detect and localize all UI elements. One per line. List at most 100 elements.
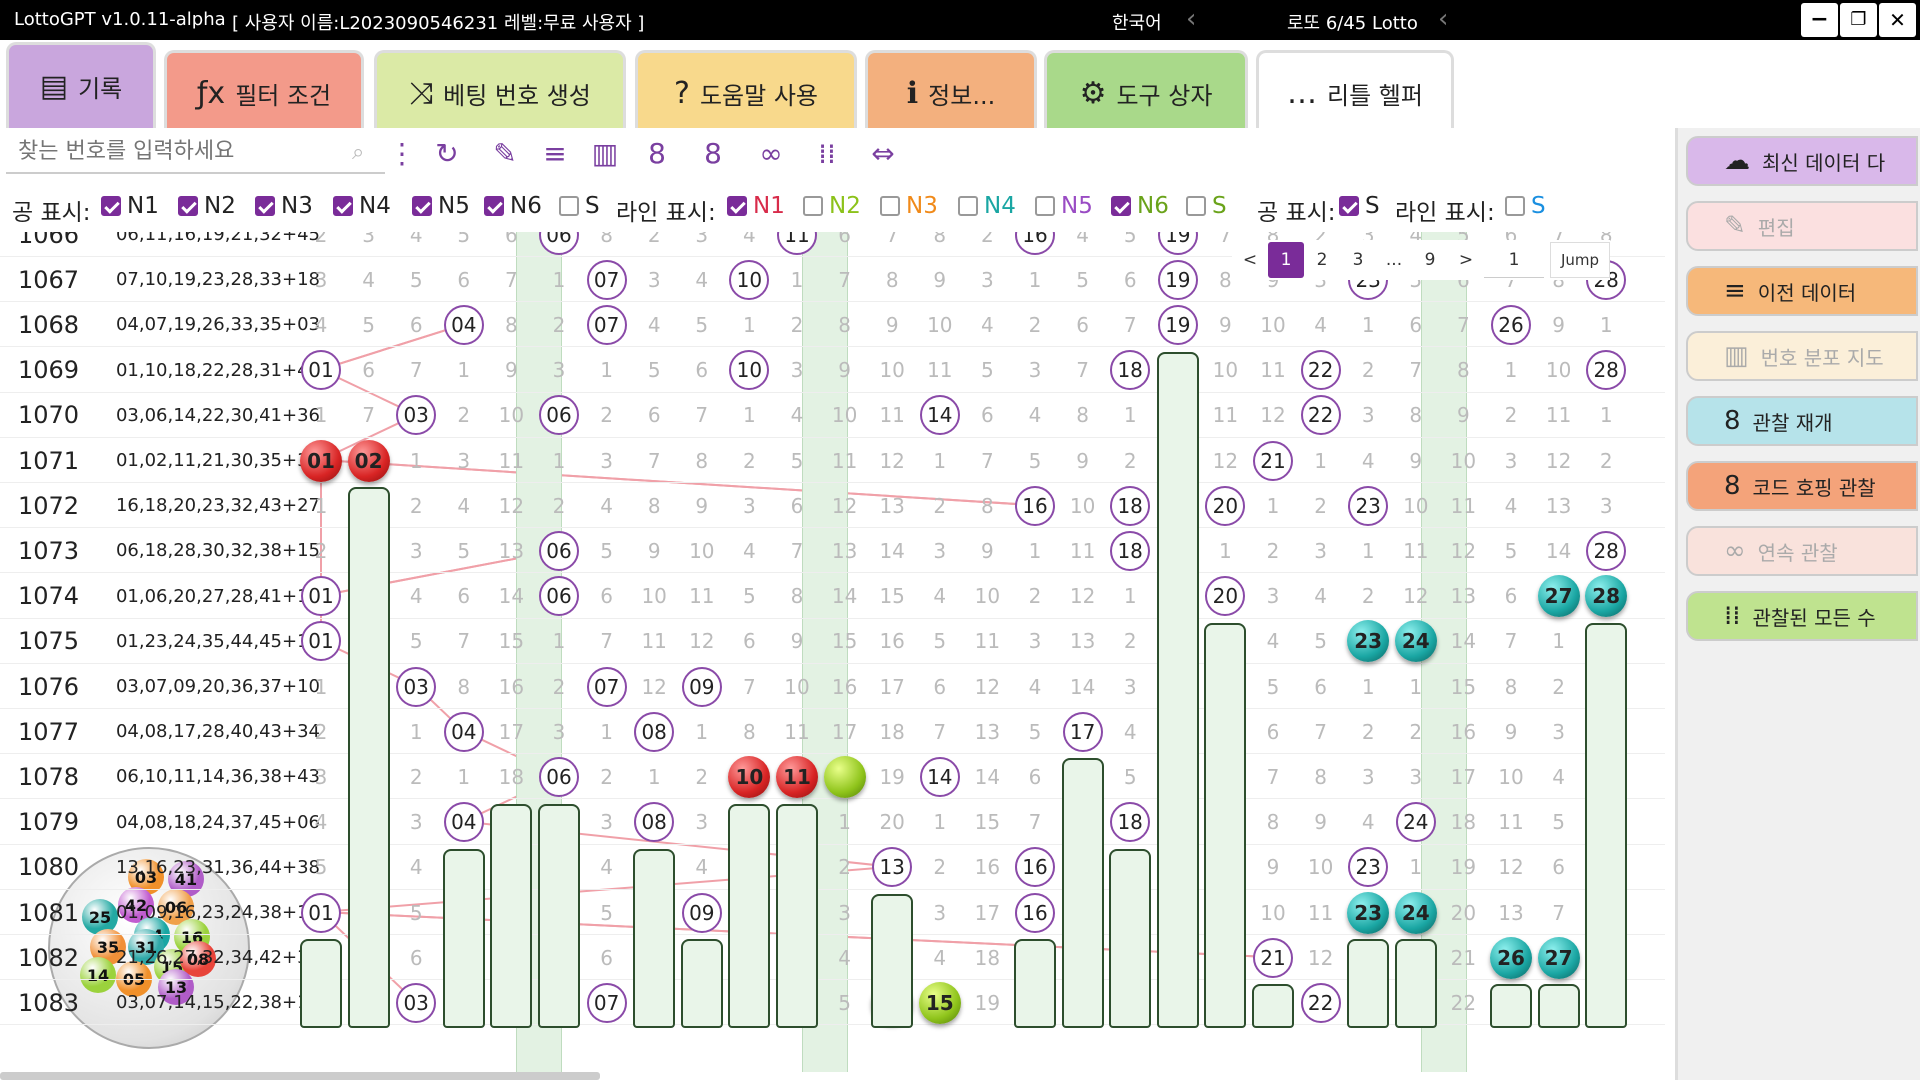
number-cell[interactable]: 7 (346, 393, 392, 438)
number-cell[interactable]: 18 (488, 754, 534, 799)
number-cell[interactable]: 2 (1107, 438, 1153, 483)
number-cell[interactable]: 11 (1393, 528, 1439, 573)
checkbox[interactable] (412, 196, 432, 216)
page-9[interactable]: 9 (1412, 242, 1448, 278)
database-icon[interactable]: ≡ (534, 132, 576, 174)
lotto-ball[interactable]: 15 (918, 981, 961, 1024)
number-cell[interactable]: 4 (298, 800, 344, 845)
number-cell[interactable]: 7 (1536, 890, 1582, 935)
number-cell[interactable]: 3 (441, 438, 487, 483)
number-cell[interactable]: 10 (1393, 483, 1439, 528)
number-cell[interactable]: 3 (346, 232, 392, 257)
number-cell[interactable]: 5 (441, 232, 487, 257)
checkbox[interactable] (559, 196, 579, 216)
number-cell[interactable]: 8 (1440, 348, 1486, 393)
number-cell[interactable]: 6 (393, 935, 439, 980)
search-icon[interactable]: ⌕ (352, 140, 364, 165)
number-cell[interactable]: 8 (584, 232, 630, 257)
number-cell[interactable]: 8 (1298, 754, 1344, 799)
number-cell[interactable]: 17 (1440, 754, 1486, 799)
number-cell[interactable]: 2 (536, 302, 582, 347)
number-cell[interactable]: 5 (964, 348, 1010, 393)
number-cell[interactable]: 1 (584, 709, 630, 754)
bar-chart-icon[interactable]: ▥ (584, 132, 626, 174)
page-jump-input[interactable]: 1 (1484, 242, 1544, 278)
number-cell[interactable]: 1 (441, 348, 487, 393)
number-cell[interactable]: 1 (679, 709, 725, 754)
number-cell[interactable]: 1 (917, 800, 963, 845)
checkbox[interactable] (1111, 196, 1131, 216)
number-cell[interactable]: 20 (1202, 574, 1248, 619)
number-cell[interactable]: 17 (964, 890, 1010, 935)
number-cell[interactable]: 09 (679, 664, 725, 709)
number-cell[interactable]: 19 (1155, 257, 1201, 302)
number-cell[interactable]: 16 (869, 619, 915, 664)
number-cell[interactable]: 14 (869, 528, 915, 573)
number-cell[interactable]: 8 (1250, 800, 1296, 845)
number-cell[interactable]: 1 (298, 393, 344, 438)
number-cell[interactable]: 11 (774, 709, 820, 754)
number-cell[interactable]: 10 (1250, 302, 1296, 347)
number-cell[interactable]: 3 (584, 800, 630, 845)
horizontal-scrollbar[interactable] (0, 1072, 600, 1080)
lotto-ball[interactable]: 01 (300, 439, 342, 482)
number-cell[interactable]: 10 (774, 664, 820, 709)
number-cell[interactable]: 10 (726, 257, 772, 302)
number-cell[interactable]: 8 (917, 232, 963, 257)
number-cell[interactable]: 1 (1536, 619, 1582, 664)
number-cell[interactable]: 7 (964, 438, 1010, 483)
number-cell[interactable]: 20 (1440, 890, 1486, 935)
number-cell[interactable]: 22 (1440, 980, 1486, 1025)
sidebar-edit[interactable]: ✎ 편집 (1686, 201, 1918, 251)
number-cell[interactable]: 5 (822, 980, 868, 1025)
number-cell[interactable]: 3 (1345, 754, 1391, 799)
tab-1[interactable]: ▤ 기록 (6, 42, 156, 128)
lotto-ball[interactable]: 23 (1347, 620, 1390, 663)
number-cell[interactable]: 13 (1440, 574, 1486, 619)
number-cell[interactable]: 8 (441, 664, 487, 709)
number-cell[interactable]: 6 (964, 393, 1010, 438)
number-cell[interactable]: 1 (726, 302, 772, 347)
number-cell[interactable]: 7 (1488, 619, 1534, 664)
page-...[interactable]: ... (1376, 242, 1412, 278)
number-cell[interactable]: 4 (964, 302, 1010, 347)
number-cell[interactable]: 03 (393, 393, 439, 438)
number-cell[interactable]: 2 (584, 393, 630, 438)
number-cell[interactable]: 01 (298, 619, 344, 664)
number-cell[interactable]: 22 (1298, 348, 1344, 393)
number-cell[interactable]: 4 (1298, 574, 1344, 619)
number-cell[interactable]: 4 (1488, 483, 1534, 528)
number-cell[interactable]: 9 (1488, 709, 1534, 754)
number-cell[interactable]: 14 (1060, 664, 1106, 709)
number-cell[interactable]: 6 (917, 664, 963, 709)
number-cell[interactable]: 11 (774, 754, 820, 799)
number-cell[interactable]: 4 (917, 935, 963, 980)
number-cell[interactable]: 09 (679, 890, 725, 935)
number-cell[interactable]: 04 (441, 709, 487, 754)
line-toggle-s[interactable]: S (1186, 193, 1227, 219)
number-cell[interactable]: 9 (869, 302, 915, 347)
number-cell[interactable]: 24 (1393, 800, 1439, 845)
number-cell[interactable]: 3 (822, 890, 868, 935)
number-cell[interactable]: 1 (1393, 664, 1439, 709)
number-cell[interactable]: 12 (964, 664, 1010, 709)
number-cell[interactable]: 2 (1345, 574, 1391, 619)
number-cell[interactable]: 4 (1012, 664, 1058, 709)
number-cell[interactable]: 3 (393, 528, 439, 573)
number-cell[interactable]: 16 (1012, 890, 1058, 935)
number-cell[interactable]: 10 (1440, 438, 1486, 483)
number-cell[interactable]: 10 (869, 348, 915, 393)
number-cell[interactable]: 7 (726, 664, 772, 709)
number-cell[interactable]: 21 (1250, 935, 1296, 980)
number-cell[interactable]: 1 (1345, 664, 1391, 709)
number-cell[interactable]: 27 (1536, 574, 1582, 619)
lotto-ball[interactable]: 10 (728, 755, 771, 798)
checkbox[interactable] (1035, 196, 1055, 216)
number-cell[interactable]: 7 (393, 348, 439, 393)
number-cell[interactable]: 15 (964, 800, 1010, 845)
number-cell[interactable]: 8 (869, 257, 915, 302)
number-cell[interactable]: 1 (1250, 483, 1296, 528)
number-cell[interactable]: 5 (441, 528, 487, 573)
ball-toggle-n2[interactable]: N2 (178, 193, 236, 219)
number-cell[interactable]: 2 (1250, 528, 1296, 573)
